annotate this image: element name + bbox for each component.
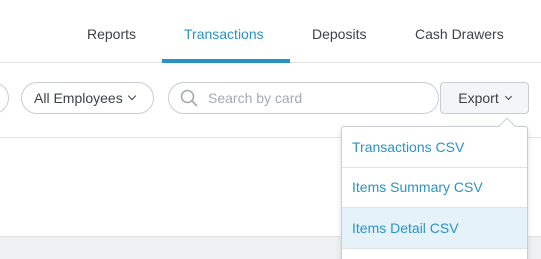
transactions-page: Reports Transactions Deposits Cash Drawe… — [0, 0, 541, 259]
search-icon — [180, 89, 198, 107]
chevron-down-icon — [127, 91, 136, 101]
tab-bar: Reports Transactions Deposits Cash Drawe… — [0, 0, 541, 63]
active-tab-indicator — [162, 59, 290, 63]
search-field[interactable] — [168, 82, 439, 114]
export-button-label: Export — [458, 90, 499, 106]
employees-filter[interactable]: All Employees — [21, 82, 154, 114]
chevron-down-icon — [504, 92, 512, 100]
tab-transactions[interactable]: Transactions — [184, 26, 264, 42]
export-menu-item-items-summary-csv[interactable]: Items Summary CSV — [342, 167, 527, 207]
export-menu-item-transactions-csv[interactable]: Transactions CSV — [342, 127, 527, 167]
menu-separator — [342, 248, 527, 249]
tab-reports[interactable]: Reports — [87, 26, 136, 42]
export-menu-item-items-detail-csv[interactable]: Items Detail CSV — [342, 208, 527, 248]
tab-deposits[interactable]: Deposits — [312, 26, 366, 42]
export-menu: Transactions CSV Items Summary CSV Items… — [341, 126, 528, 259]
employees-filter-label: All Employees — [34, 90, 123, 106]
date-range-filter[interactable] — [0, 82, 9, 114]
tab-cash-drawers[interactable]: Cash Drawers — [415, 26, 504, 42]
search-input[interactable] — [208, 90, 428, 106]
export-button[interactable]: Export — [440, 82, 529, 114]
